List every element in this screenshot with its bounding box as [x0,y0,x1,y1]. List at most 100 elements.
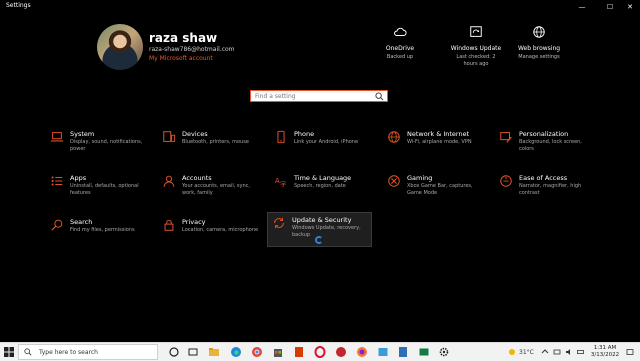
title-bar: Settings — ☐ ✕ [0,0,640,14]
busy-cursor-icon [315,236,323,244]
clock-date: 3/13/2022 [590,352,620,358]
category-personalization[interactable]: Personalization Background, lock screen,… [495,127,599,163]
laptop-icon [50,132,64,142]
taskbar-search-box[interactable]: Type here to search [18,344,158,360]
category-description: Windows Update, recovery, backup [292,225,361,238]
window-title: Settings [6,2,31,9]
category-description: Uninstall, defaults, optional features [70,183,139,196]
chrome-icon[interactable] [251,346,263,358]
gamepad-icon [388,175,400,187]
image-app-icon[interactable] [377,346,389,358]
quick-link-subtitle: Manage settings [518,54,560,60]
sync-icon [274,217,284,229]
windows-update-icon [470,26,482,37]
category-title: Accounts [182,174,212,182]
cortana-icon[interactable] [168,346,180,358]
category-time-language[interactable]: A 字 Time & Language Speech, region, date [270,171,374,207]
task-view-icon[interactable] [187,346,199,358]
quick-link-web-browsing[interactable]: Web browsing Manage settings [504,25,574,61]
search-icon [51,219,63,231]
category-title: Privacy [182,218,206,226]
category-title: Gaming [407,174,433,182]
quick-link-title: OneDrive [385,45,415,52]
category-title: Update & Security [292,216,352,224]
category-title: Apps [70,174,87,182]
category-description: Find my files, permissions [70,227,135,233]
category-description: Speech, region, date [294,183,346,189]
clock-time: 1:31 AM [593,345,617,351]
battery-icon[interactable] [577,348,585,356]
globe-icon [388,131,400,143]
category-description: Background, lock screen, colors [519,139,582,152]
quick-link-title: Web browsing [517,45,561,52]
phone-icon [277,130,285,144]
cloud-icon [394,27,407,36]
settings-search-box[interactable] [250,90,388,102]
quick-link-subtitle: Backed up [386,54,414,60]
file-explorer-icon[interactable] [208,346,220,358]
close-button[interactable]: ✕ [620,1,640,13]
category-gaming[interactable]: Gaming Xbox Game Bar, captures, Game Mod… [383,171,487,207]
category-accounts[interactable]: Accounts Your accounts, email, sync, wor… [158,171,262,207]
category-apps[interactable]: Apps Uninstall, defaults, optional featu… [46,171,150,207]
taskbar-search-placeholder: Type here to search [39,349,98,356]
office-icon[interactable] [293,346,305,358]
quick-link-onedrive[interactable]: OneDrive Backed up [365,25,435,61]
category-network-internet[interactable]: Network & Internet Wi-Fi, airplane mode,… [383,127,487,163]
settings-gear-icon[interactable] [438,346,450,358]
apps-list-icon [51,176,63,186]
chevron-up-icon[interactable] [541,348,549,356]
devices-icon [163,131,176,142]
category-privacy[interactable]: Privacy Location, camera, microphone [158,215,262,251]
calculator-app-icon[interactable] [397,346,409,358]
store-icon[interactable] [272,346,284,358]
quick-link-subtitle-line2: hours ago [463,61,489,67]
category-title: Devices [182,130,208,138]
weather-temperature[interactable]: 31°C [519,349,534,356]
clock[interactable]: 1:31 AM 3/13/2022 [590,345,620,359]
category-search[interactable]: Search Find my files, permissions [46,215,150,251]
person-icon [163,175,175,187]
svg-text:A: A [275,177,280,185]
ease-of-access-icon [500,175,512,187]
network-icon[interactable] [553,348,561,356]
category-description: Bluetooth, printers, mouse [182,139,249,145]
globe-icon [533,26,545,38]
category-description: Wi-Fi, airplane mode, VPN [407,139,472,145]
taskbar: Type here to search 31°C 1:31 AM 3/13/20… [0,342,640,361]
category-description: Narrator, magnifier, high contrast [519,183,582,196]
category-title: Personalization [519,130,569,138]
category-ease-of-access[interactable]: Ease of Access Narrator, magnifier, high… [495,171,599,207]
category-phone[interactable]: Phone Link your Android, iPhone [270,127,374,163]
opera-icon[interactable] [314,346,326,358]
weather-icon[interactable] [508,348,516,356]
quick-link-windows-update[interactable]: Windows Update Last checked: 2 hours ago [441,25,511,68]
volume-icon[interactable] [565,348,573,356]
quick-link-subtitle: Last checked: 2 [456,54,496,60]
category-system[interactable]: System Display, sound, notifications, po… [46,127,150,163]
category-description: Your accounts, email, sync, work, family [182,183,251,196]
search-icon[interactable] [375,92,384,101]
lock-icon [164,219,174,231]
profile-email: raza-shaw786@hotmail.com [149,46,235,53]
minimize-button[interactable]: — [572,1,592,13]
maximize-button[interactable]: ☐ [600,1,620,13]
time-language-icon: A 字 [275,177,286,188]
edge-icon[interactable] [230,346,242,358]
search-icon [24,348,32,356]
category-title: Phone [294,130,315,138]
category-title: Network & Internet [407,130,470,138]
category-description: Link your Android, iPhone [294,139,359,145]
firefox-icon[interactable] [356,346,368,358]
media-app-icon[interactable] [335,346,347,358]
quick-link-title: Windows Update [450,45,502,52]
avatar[interactable] [97,24,143,70]
notifications-icon[interactable] [626,348,634,356]
settings-window: Settings — ☐ ✕ raza shaw raza-shaw786@ho… [0,0,640,342]
category-devices[interactable]: Devices Bluetooth, printers, mouse [158,127,262,163]
paintbrush-icon [500,132,512,143]
settings-search-input[interactable] [255,92,371,101]
tool-app-icon[interactable] [418,346,430,358]
microsoft-account-link[interactable]: My Microsoft account [149,55,213,62]
windows-start-icon[interactable] [4,347,14,357]
